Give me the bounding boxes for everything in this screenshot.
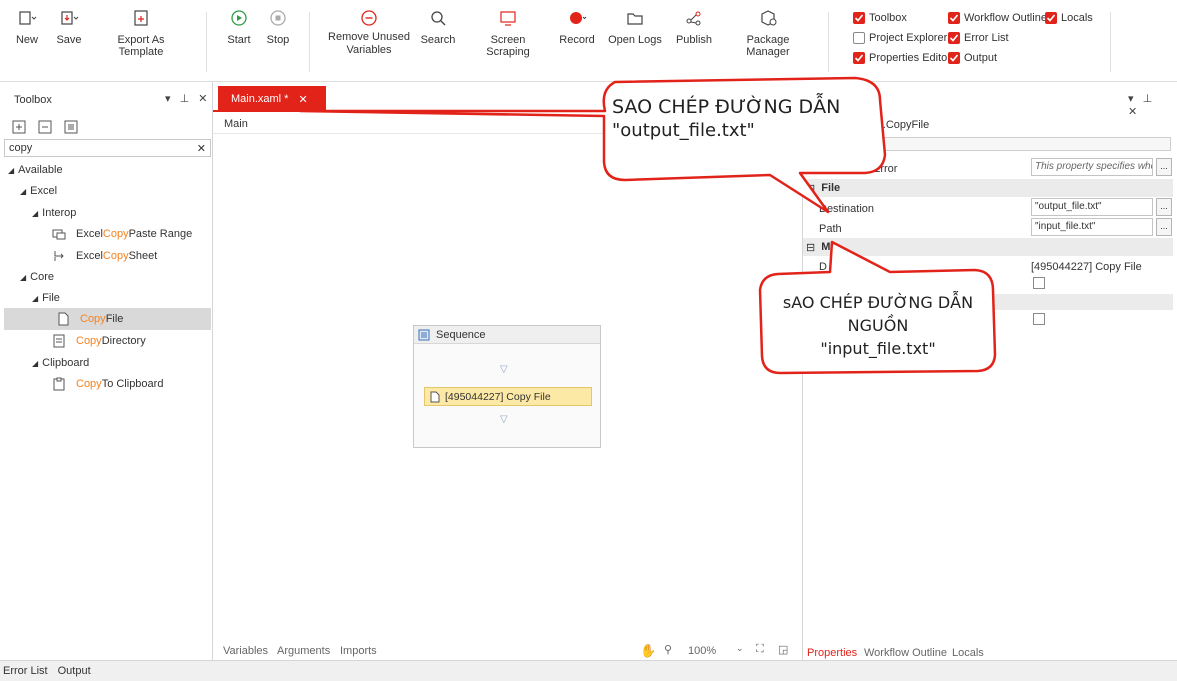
- callout-bottom-line3: "input_file.txt": [820, 339, 936, 358]
- callout-bottom-line1: sAO CHÉP ĐƯỜNG DẪN: [782, 293, 974, 312]
- callout-bottom: sAO CHÉP ĐƯỜNG DẪN NGUỒN "input_file.txt…: [764, 291, 992, 360]
- callout-top-line1: SAO CHÉP ĐƯỜNG DẪN: [612, 96, 841, 118]
- callout-bottom-line2: NGUỒN: [847, 316, 909, 335]
- callout-top-line2: "output_file.txt": [612, 120, 755, 141]
- callout-shapes: [298, 76, 997, 375]
- callout-top: SAO CHÉP ĐƯỜNG DẪN "output_file.txt": [612, 96, 874, 141]
